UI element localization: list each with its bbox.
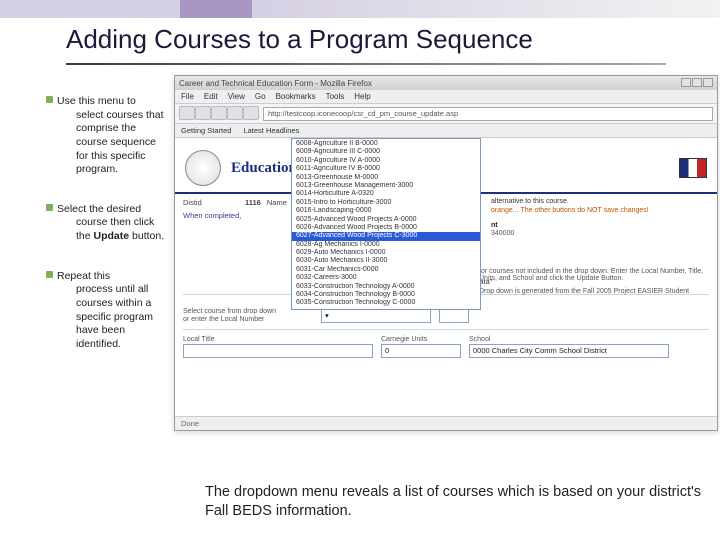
bookmark-latest-headlines[interactable]: Latest Headlines bbox=[243, 126, 299, 135]
dropdown-option[interactable]: 6035-Construction Technology C-0000 bbox=[292, 299, 480, 307]
file-input[interactable] bbox=[439, 309, 469, 323]
dropdown-option[interactable]: 6008-Agriculture II B-0000 bbox=[292, 140, 480, 148]
instruction-1: Use this menu to select courses that com… bbox=[46, 95, 170, 177]
slide-accent-bar bbox=[0, 0, 720, 18]
district-id-label: Distid bbox=[183, 198, 239, 207]
when-completed-text: When completed, bbox=[183, 211, 241, 220]
instruction-1-first: Use this menu to bbox=[57, 95, 136, 107]
right-note: for courses not included in the drop dow… bbox=[479, 268, 709, 295]
instruction-1-rest: select courses that comprise the course … bbox=[46, 109, 170, 177]
instruction-sidebar: Use this menu to select courses that com… bbox=[46, 95, 170, 378]
school-select[interactable]: 0000 Charles City Comm School District bbox=[469, 344, 669, 358]
bookmarks-bar: Getting Started Latest Headlines bbox=[175, 124, 717, 138]
dropdown-option[interactable]: 6034-Construction Technology B-0000 bbox=[292, 291, 480, 299]
dropdown-option[interactable]: 6013-Greenhouse Management-3000 bbox=[292, 182, 480, 190]
menu-edit[interactable]: Edit bbox=[204, 92, 218, 101]
carnegie-label: Carnegie Units bbox=[381, 336, 461, 343]
field-row-2: Local Title Carnegie Units 0 School 0000… bbox=[183, 336, 709, 358]
dropdown-option[interactable]: 6027-Advanced Wood Projects C-3000 bbox=[292, 232, 480, 240]
dropdown-option[interactable]: 6015-Intro to Horticulture-3000 bbox=[292, 199, 480, 207]
menu-help[interactable]: Help bbox=[354, 92, 370, 101]
dropdown-option[interactable]: 6025-Advanced Wood Projects A-0000 bbox=[292, 216, 480, 224]
page-content: Education Distid 1116 Name Charles City … bbox=[175, 138, 717, 416]
page-heading: Education bbox=[231, 160, 297, 177]
slide-footer-note: The dropdown menu reveals a list of cour… bbox=[205, 483, 715, 521]
right-hints: alternative to this course. orange... Th… bbox=[491, 198, 711, 239]
menu-view[interactable]: View bbox=[228, 92, 245, 101]
browser-menubar: File Edit View Go Bookmarks Tools Help bbox=[175, 90, 717, 104]
iowa-flag-icon bbox=[679, 158, 707, 178]
dropdown-option[interactable]: 6031-Car Mechanics-0000 bbox=[292, 266, 480, 274]
dropdown-option[interactable]: 6032-Careers-3000 bbox=[292, 274, 480, 282]
manual-select[interactable]: ▾ bbox=[321, 309, 431, 323]
local-title-input[interactable] bbox=[183, 344, 373, 358]
bookmark-getting-started[interactable]: Getting Started bbox=[181, 126, 231, 135]
instruction-3: Repeat this process until all courses wi… bbox=[46, 270, 170, 352]
window-buttons[interactable] bbox=[680, 78, 713, 89]
bullet-icon bbox=[46, 271, 53, 278]
menu-tools[interactable]: Tools bbox=[326, 92, 345, 101]
menu-go[interactable]: Go bbox=[255, 92, 266, 101]
menu-file[interactable]: File bbox=[181, 92, 194, 101]
dropdown-option[interactable]: 6016-Landscaping-0000 bbox=[292, 207, 480, 215]
window-title: Career and Technical Education Form - Mo… bbox=[179, 79, 372, 88]
dropdown-option[interactable]: 6013-Greenhouse M-0000 bbox=[292, 174, 480, 182]
menu-bookmarks[interactable]: Bookmarks bbox=[276, 92, 316, 101]
slide-title: Adding Courses to a Program Sequence bbox=[0, 18, 720, 63]
dropdown-option[interactable]: 6009-Agriculture III C-0000 bbox=[292, 148, 480, 156]
browser-status-bar: Done bbox=[175, 416, 717, 430]
instruction-2: Select the desired course then click the… bbox=[46, 203, 170, 244]
slide-body: Use this menu to select courses that com… bbox=[0, 65, 720, 535]
browser-toolbar: http://testcoop.iconecoop/csr_cd_pm_cour… bbox=[175, 104, 717, 124]
dropdown-option[interactable]: 6011-Agriculture IV B-0000 bbox=[292, 165, 480, 173]
carnegie-input[interactable]: 0 bbox=[381, 344, 461, 358]
instruction-3-rest: process until all courses within a speci… bbox=[46, 283, 170, 351]
browser-titlebar: Career and Technical Education Form - Mo… bbox=[175, 76, 717, 90]
dropdown-option[interactable]: 6033-Construction Technology A-0000 bbox=[292, 283, 480, 291]
school-label: School bbox=[469, 336, 669, 343]
local-title-label: Local Title bbox=[183, 336, 373, 343]
dropdown-option[interactable]: 6029-Auto Mechanics I-0000 bbox=[292, 249, 480, 257]
bullet-icon bbox=[46, 204, 53, 211]
dropdown-option[interactable]: 6028-Ag Mechanics I-0000 bbox=[292, 241, 480, 249]
browser-window: Career and Technical Education Form - Mo… bbox=[174, 75, 718, 431]
address-bar[interactable]: http://testcoop.iconecoop/csr_cd_pm_cour… bbox=[263, 107, 713, 121]
district-id-value: 1116 bbox=[245, 198, 261, 207]
dropdown-option[interactable]: 6014-Horticulture A-0320 bbox=[292, 190, 480, 198]
nav-buttons[interactable] bbox=[179, 106, 259, 122]
course-dropdown[interactable]: 6008-Agriculture II B-00006009-Agricultu… bbox=[291, 138, 481, 310]
instruction-2-first: Select the desired bbox=[57, 203, 141, 215]
state-seal-icon bbox=[185, 150, 221, 186]
instruction-3-first: Repeat this bbox=[57, 270, 110, 282]
dropdown-option[interactable]: 6030-Auto Mechanics II-3000 bbox=[292, 257, 480, 265]
bullet-icon bbox=[46, 96, 53, 103]
or-local-label: or enter the Local Number bbox=[183, 316, 313, 323]
dropdown-option[interactable]: 6010-Agriculture IV A-0000 bbox=[292, 157, 480, 165]
dropdown-option[interactable]: 6026-Advanced Wood Projects B-0000 bbox=[292, 224, 480, 232]
instruction-2-rest: course then click the Update button. bbox=[46, 216, 170, 243]
